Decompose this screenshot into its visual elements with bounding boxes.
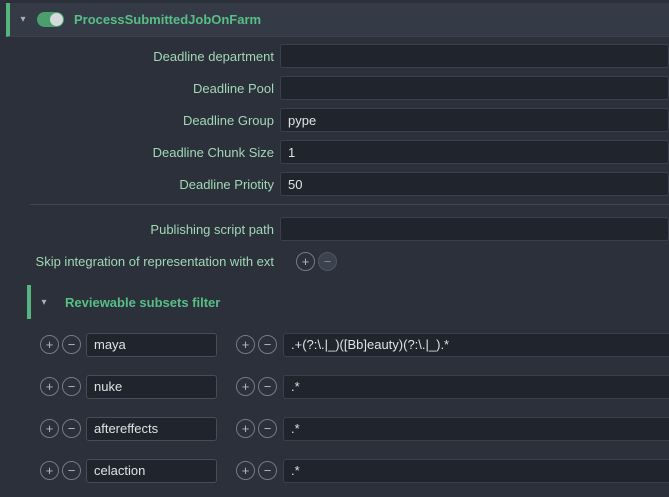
field-label: Deadline department [0,49,280,64]
deadline-department-input[interactable] [280,44,669,68]
filter-row-nuke: + − + − [40,374,669,399]
filter-row-maya: + − + − [40,332,669,357]
collapse-arrow-icon[interactable]: ▾ [15,14,31,25]
add-item-button[interactable]: + [236,419,255,438]
field-label: Skip integration of representation with … [0,254,280,269]
plus-icon: + [46,422,54,435]
field-row-publishing-script-path: Publishing script path [0,217,669,241]
add-item-button[interactable]: + [236,461,255,480]
plus-icon: + [242,380,250,393]
section-header-reviewable-subsets-filter: ▾ Reviewable subsets filter [27,285,669,319]
field-label: Deadline Group [0,113,280,128]
key-buttons: + − [40,461,81,480]
remove-item-button: − [318,252,337,271]
field-row-deadline-priority: Deadline Priotity [0,172,669,196]
remove-item-button[interactable]: − [62,377,81,396]
add-item-button[interactable]: + [40,419,59,438]
minus-icon: − [264,464,272,477]
field-row-deadline-department: Deadline department [0,44,669,68]
plus-icon: + [46,464,54,477]
field-row-deadline-chunk-size: Deadline Chunk Size [0,140,669,164]
value-buttons: + − [236,335,277,354]
plus-icon: + [242,422,250,435]
key-buttons: + − [40,377,81,396]
divider [30,204,669,205]
value-buttons: + − [236,377,277,396]
minus-icon: − [264,422,272,435]
plus-icon: + [46,380,54,393]
remove-item-button[interactable]: − [62,461,81,480]
field-row-deadline-group: Deadline Group [0,108,669,132]
collapse-arrow-icon[interactable]: ▾ [36,297,52,308]
field-row-skip-integration: Skip integration of representation with … [0,249,669,273]
plus-icon: + [302,255,310,268]
minus-icon: − [264,338,272,351]
plugin-title: ProcessSubmittedJobOnFarm [74,12,261,27]
deadline-group-input[interactable] [280,108,669,132]
minus-icon: − [68,338,76,351]
minus-icon: − [68,422,76,435]
filter-key-input[interactable] [86,333,217,357]
enabled-toggle[interactable] [37,12,64,27]
deadline-priority-input[interactable] [280,172,669,196]
add-item-button[interactable]: + [296,252,315,271]
field-label: Deadline Pool [0,81,280,96]
plus-icon: + [46,338,54,351]
filter-key-input[interactable] [86,459,217,483]
plus-icon: + [242,338,250,351]
add-item-button[interactable]: + [236,377,255,396]
remove-item-button[interactable]: − [258,461,277,480]
filter-regex-input[interactable] [283,333,669,357]
skip-integration-buttons: + − [296,252,337,271]
minus-icon: − [324,255,332,268]
remove-item-button[interactable]: − [62,335,81,354]
remove-item-button[interactable]: − [258,335,277,354]
add-item-button[interactable]: + [236,335,255,354]
remove-item-button[interactable]: − [258,419,277,438]
toggle-knob [50,13,63,26]
minus-icon: − [68,380,76,393]
remove-item-button[interactable]: − [258,377,277,396]
publishing-script-path-input[interactable] [280,217,669,241]
deadline-pool-input[interactable] [280,76,669,100]
field-label: Deadline Priotity [0,177,280,192]
minus-icon: − [68,464,76,477]
plugin-header: ▾ ProcessSubmittedJobOnFarm [6,3,669,37]
section-title: Reviewable subsets filter [65,295,220,310]
filter-row-aftereffects: + − + − [40,416,669,441]
minus-icon: − [264,380,272,393]
filter-regex-input[interactable] [283,417,669,441]
filter-regex-input[interactable] [283,375,669,399]
filter-key-input[interactable] [86,375,217,399]
filter-key-input[interactable] [86,417,217,441]
settings-form: Deadline department Deadline Pool Deadli… [0,37,669,483]
filter-regex-input[interactable] [283,459,669,483]
add-item-button[interactable]: + [40,377,59,396]
filter-row-celaction: + − + − [40,458,669,483]
key-buttons: + − [40,335,81,354]
remove-item-button[interactable]: − [62,419,81,438]
add-item-button[interactable]: + [40,461,59,480]
field-label: Publishing script path [0,222,280,237]
deadline-chunk-size-input[interactable] [280,140,669,164]
field-label: Deadline Chunk Size [0,145,280,160]
value-buttons: + − [236,419,277,438]
add-item-button[interactable]: + [40,335,59,354]
key-buttons: + − [40,419,81,438]
field-row-deadline-pool: Deadline Pool [0,76,669,100]
settings-panel: ▾ ProcessSubmittedJobOnFarm Deadline dep… [0,0,669,497]
value-buttons: + − [236,461,277,480]
plus-icon: + [242,464,250,477]
